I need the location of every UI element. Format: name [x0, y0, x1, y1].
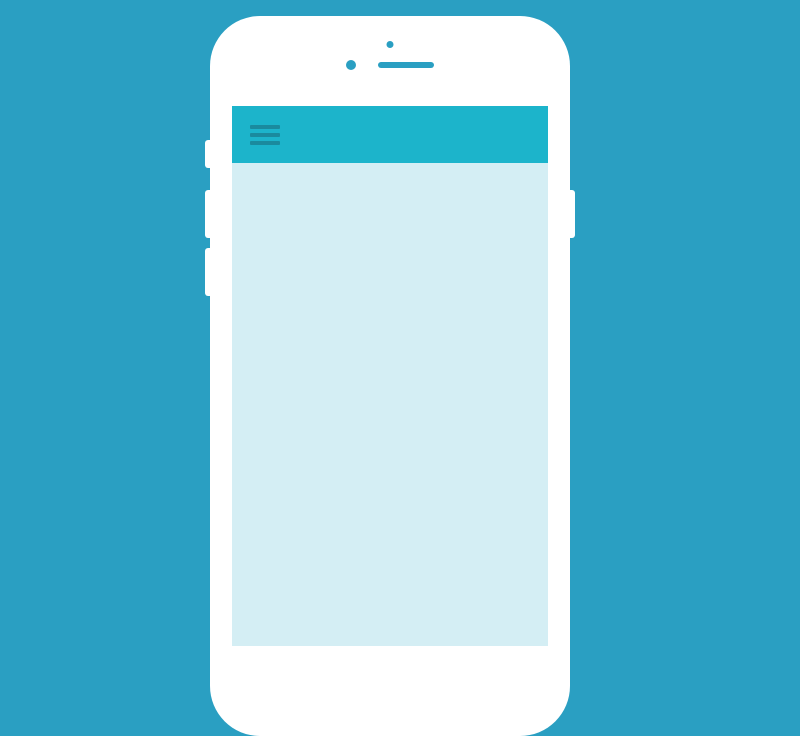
earpiece-speaker	[378, 62, 434, 68]
phone-screen	[232, 106, 548, 646]
hamburger-line	[250, 125, 280, 129]
mute-switch	[205, 140, 210, 168]
phone-mockup-frame	[210, 16, 570, 736]
speaker-group	[346, 60, 434, 70]
volume-up-button	[205, 190, 210, 238]
app-header-bar	[232, 106, 548, 163]
hamburger-line	[250, 133, 280, 137]
power-button	[570, 190, 575, 238]
volume-down-button	[205, 248, 210, 296]
hamburger-line	[250, 141, 280, 145]
camera-dot	[387, 41, 394, 48]
proximity-sensor	[346, 60, 356, 70]
hamburger-menu-icon[interactable]	[250, 125, 280, 145]
